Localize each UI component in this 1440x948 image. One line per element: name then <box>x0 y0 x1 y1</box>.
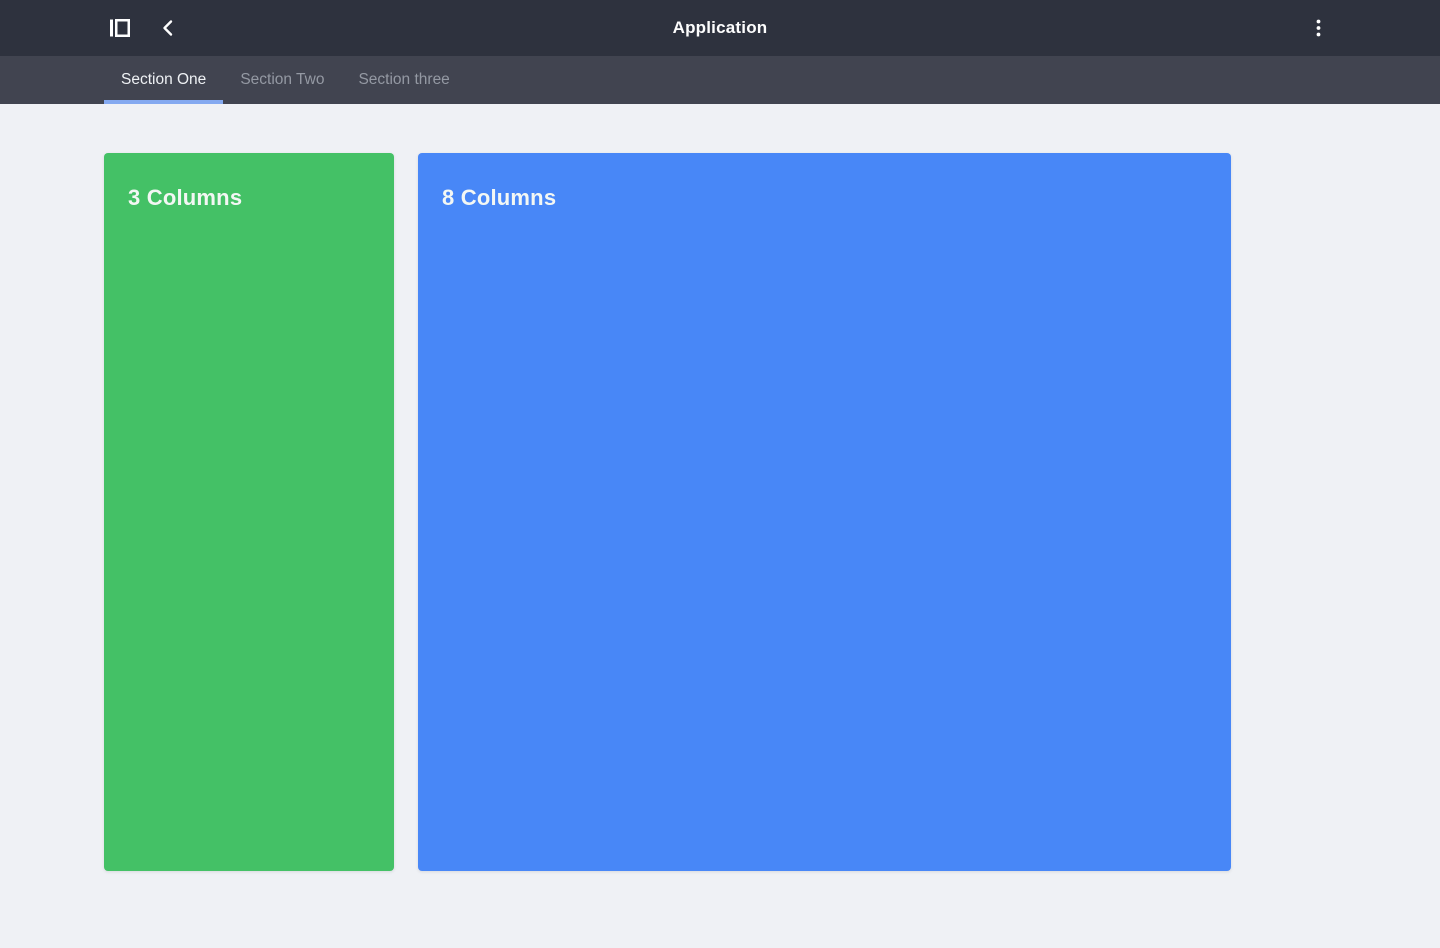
overflow-menu-icon <box>1316 19 1321 37</box>
tab-section-two[interactable]: Section Two <box>223 56 341 104</box>
app-title: Application <box>672 18 768 37</box>
tab-section-one[interactable]: Section One <box>104 56 224 104</box>
back-button[interactable] <box>150 10 186 46</box>
card-3-columns-title: 3 Columns <box>128 185 243 210</box>
sidebar-toggle-button[interactable] <box>102 10 138 46</box>
content-area: 3 Columns 8 Columns <box>104 104 1336 871</box>
tab-label: Section three <box>358 71 450 88</box>
overflow-menu-button[interactable] <box>1300 10 1336 46</box>
active-tab-underline <box>104 100 224 104</box>
card-8-columns: 8 Columns <box>418 153 1232 871</box>
tab-bar: Section One Section Two Section three <box>0 56 1440 104</box>
back-chevron-icon <box>159 19 177 37</box>
sidebar-panel-icon <box>109 18 131 38</box>
column-grid: 3 Columns 8 Columns <box>104 153 1336 871</box>
app-bar: Application <box>0 0 1440 56</box>
tab-label: Section Two <box>240 71 325 88</box>
card-8-columns-title: 8 Columns <box>442 185 557 210</box>
card-3-columns: 3 Columns <box>104 153 394 871</box>
tab-label: Section One <box>121 71 207 88</box>
tab-section-three[interactable]: Section three <box>341 56 466 104</box>
